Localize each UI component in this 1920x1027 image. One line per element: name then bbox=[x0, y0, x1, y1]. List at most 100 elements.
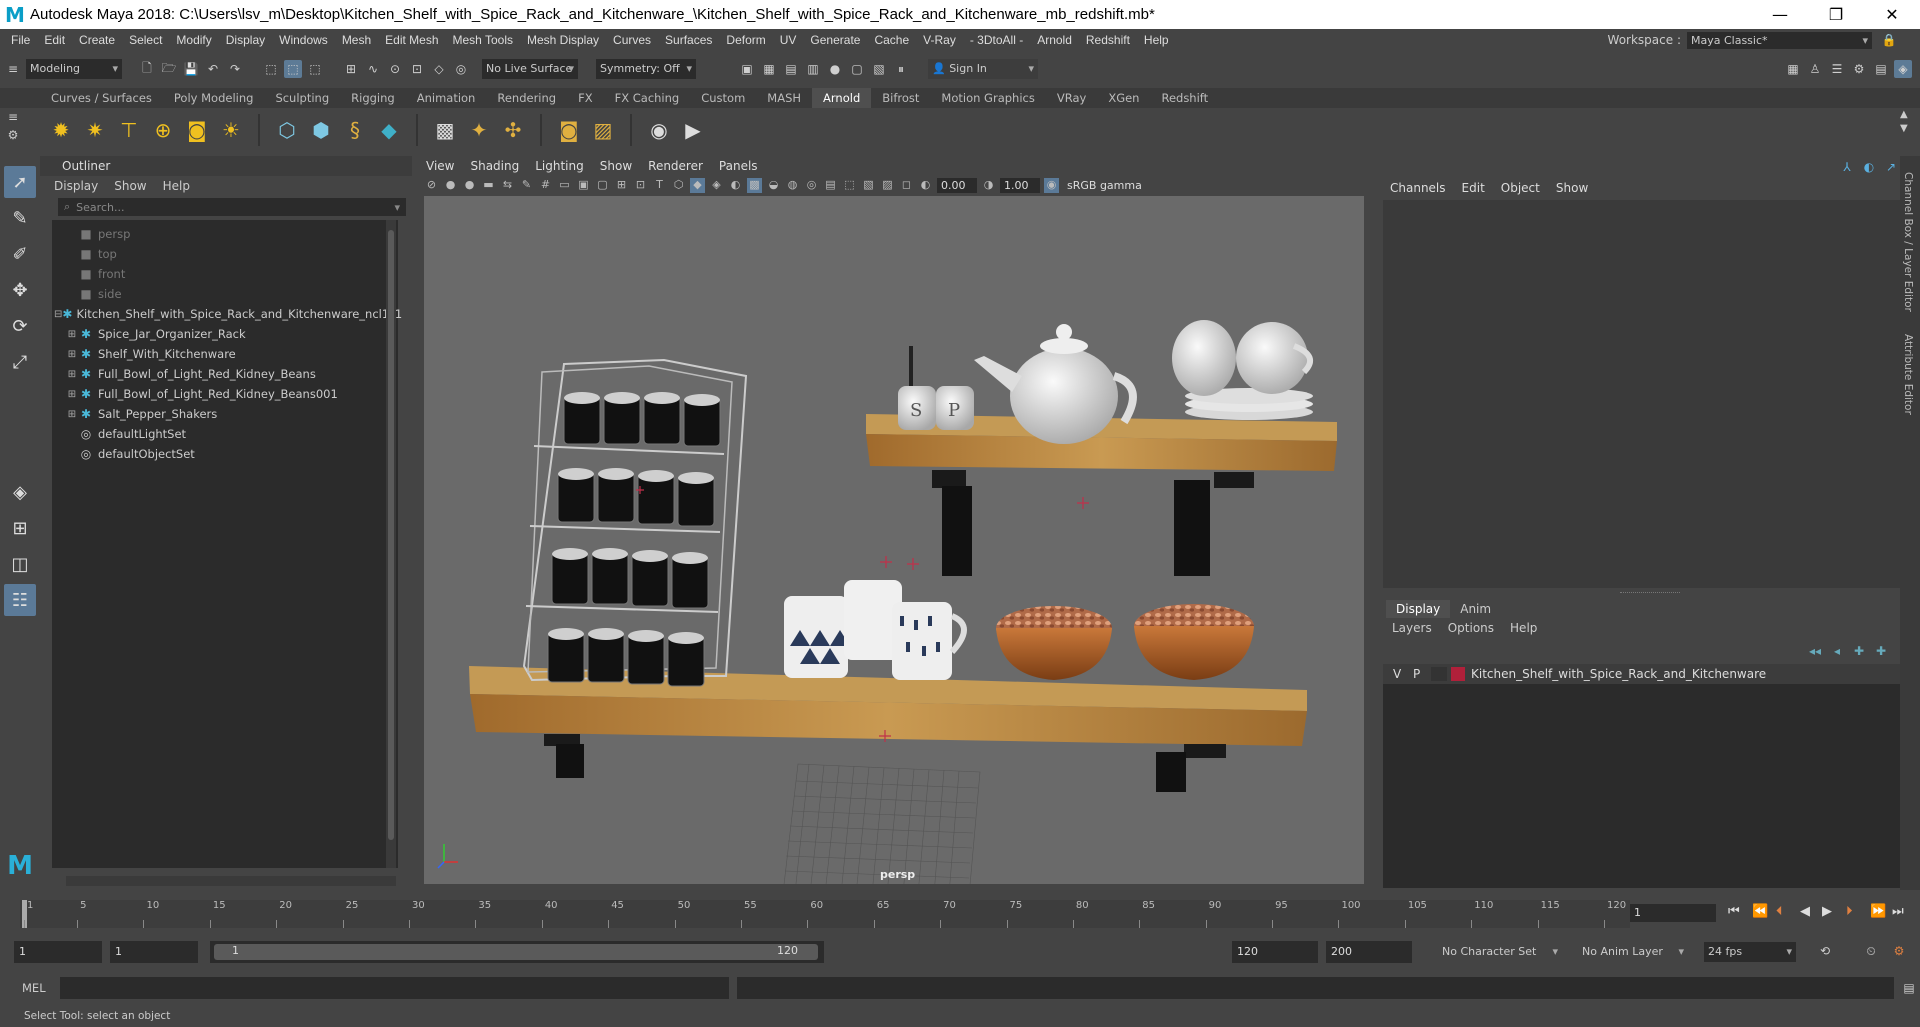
layer-row[interactable]: V P Kitchen_Shelf_with_Spice_Rack_and_Ki… bbox=[1383, 664, 1901, 684]
grid-icon[interactable]: # bbox=[538, 178, 553, 193]
xray-icon[interactable]: ▧ bbox=[861, 178, 876, 193]
layer-visibility-toggle[interactable]: V bbox=[1393, 667, 1413, 681]
outliner-menu-show[interactable]: Show bbox=[114, 179, 146, 193]
menu-redshift[interactable]: Redshift bbox=[1079, 33, 1137, 47]
layer-tab-display[interactable]: Display bbox=[1386, 600, 1451, 618]
shelf-tab-arnold[interactable]: Arnold bbox=[812, 88, 872, 108]
menu-set-dropdown[interactable]: Modeling bbox=[26, 59, 122, 79]
symmetry-dropdown[interactable]: Symmetry: Off bbox=[596, 59, 696, 79]
camera-attributes-icon[interactable]: ● bbox=[443, 178, 458, 193]
sign-in-dropdown[interactable]: 👤 Sign In bbox=[928, 59, 1038, 79]
outliner-item-full-bowl-of-light-red-kidney-beans001[interactable]: ⊞ ✱ Full_Bowl_of_Light_Red_Kidney_Beans001 bbox=[52, 384, 398, 404]
shelf-tab-bifrost[interactable]: Bifrost bbox=[871, 88, 930, 108]
image-plane-icon[interactable]: ▬ bbox=[481, 178, 496, 193]
viewport-menu-show[interactable]: Show bbox=[600, 159, 632, 173]
range-bar[interactable]: 1 120 bbox=[210, 941, 824, 963]
restore-button[interactable]: ❐ bbox=[1808, 0, 1864, 29]
expand-toggle-icon[interactable]: ⊞ bbox=[66, 369, 78, 380]
script-editor-icon[interactable]: ▤ bbox=[1900, 979, 1918, 997]
gate-mask-icon[interactable]: ▢ bbox=[595, 178, 610, 193]
menu-curves[interactable]: Curves bbox=[606, 33, 658, 47]
menu-mesh[interactable]: Mesh bbox=[335, 33, 378, 47]
arnold-area-light-icon[interactable]: ✷ bbox=[80, 115, 110, 145]
close-button[interactable]: ✕ bbox=[1864, 0, 1920, 29]
step-back-key-icon[interactable]: ⏪ bbox=[1752, 904, 1768, 919]
outliner-item-spice-jar-organizer-rack[interactable]: ⊞ ✱ Spice_Jar_Organizer_Rack bbox=[52, 324, 398, 344]
expand-toggle-icon[interactable]: ⊞ bbox=[66, 349, 78, 360]
minimize-button[interactable]: — bbox=[1752, 0, 1808, 29]
anti-aliasing-icon[interactable]: ◎ bbox=[804, 178, 819, 193]
attribute-editor-icon[interactable]: ☰ bbox=[1828, 60, 1846, 78]
channel-menu-object[interactable]: Object bbox=[1501, 181, 1540, 195]
axis-icon[interactable]: ⅄ bbox=[1838, 158, 1856, 176]
menu-create[interactable]: Create bbox=[72, 33, 122, 47]
layer-color-swatch[interactable] bbox=[1451, 667, 1465, 681]
viewport-menu-renderer[interactable]: Renderer bbox=[648, 159, 703, 173]
gamma-icon[interactable]: ◑ bbox=[981, 178, 996, 193]
menu-windows[interactable]: Windows bbox=[272, 33, 335, 47]
live-surface-field[interactable]: No Live Surface bbox=[482, 59, 578, 79]
outliner-camera-side[interactable]: ■ side bbox=[52, 284, 398, 304]
layer-menu-options[interactable]: Options bbox=[1448, 621, 1494, 635]
two-view-layout-icon[interactable]: ◫ bbox=[4, 548, 36, 580]
arnold-tx-manager-icon[interactable]: ✦ bbox=[464, 115, 494, 145]
menu-uv[interactable]: UV bbox=[773, 33, 804, 47]
menu-mesh-tools[interactable]: Mesh Tools bbox=[446, 33, 520, 47]
outliner-group-root[interactable]: ⊟ ✱ Kitchen_Shelf_with_Spice_Rack_and_Kitc… bbox=[52, 304, 402, 324]
expand-toggle-icon[interactable]: ⊞ bbox=[66, 329, 78, 340]
menu-deform[interactable]: Deform bbox=[719, 33, 772, 47]
play-backwards-icon[interactable]: ◀ bbox=[1800, 904, 1810, 919]
render-frame-icon[interactable]: ▦ bbox=[760, 60, 778, 78]
snap-curve-icon[interactable]: ∿ bbox=[364, 60, 382, 78]
single-perspective-layout-icon[interactable]: ◈ bbox=[4, 476, 36, 508]
channel-box-resize-handle[interactable] bbox=[1620, 592, 1680, 596]
xray-components-icon[interactable]: ◻ bbox=[899, 178, 914, 193]
paint-select-tool-icon[interactable]: ✐ bbox=[4, 238, 36, 270]
scale-tool-icon[interactable]: ⤢ bbox=[4, 346, 36, 378]
outliner-vertical-scrollbar[interactable] bbox=[386, 220, 396, 868]
outliner-menu-help[interactable]: Help bbox=[163, 179, 190, 193]
shelf-tab-mash[interactable]: MASH bbox=[756, 88, 812, 108]
wireframe-icon[interactable]: ⬡ bbox=[671, 178, 686, 193]
viewport-menu-view[interactable]: View bbox=[426, 159, 454, 173]
snap-point-icon[interactable]: ⊙ bbox=[386, 60, 404, 78]
layer-editor-icon[interactable]: ◈ bbox=[1894, 60, 1912, 78]
arnold-play-icon[interactable]: ▶ bbox=[678, 115, 708, 145]
ipr-render-icon[interactable]: ▤ bbox=[782, 60, 800, 78]
menu-display[interactable]: Display bbox=[219, 33, 272, 47]
exposure-icon[interactable]: ◐ bbox=[918, 178, 933, 193]
arnold-curve-collector-icon[interactable]: § bbox=[340, 115, 370, 145]
timeline-bar[interactable]: 1 5 10 15 20 25 30 35 40 45 50 55 60 65 70 75 80 85 90 95 10… bbox=[20, 900, 1630, 928]
hypershade-icon[interactable]: ● bbox=[826, 60, 844, 78]
expand-toggle-icon[interactable]: ⊞ bbox=[66, 389, 78, 400]
lock-icon[interactable]: 🔒 bbox=[1880, 31, 1898, 49]
menu-edit-mesh[interactable]: Edit Mesh bbox=[378, 33, 445, 47]
shadows-icon[interactable]: ◒ bbox=[766, 178, 781, 193]
isolate-select-icon[interactable]: ⬚ bbox=[842, 178, 857, 193]
outliner-set-defaultlightset[interactable]: ◎ defaultLightSet bbox=[52, 424, 398, 444]
ambient-occlusion-icon[interactable]: ◍ bbox=[785, 178, 800, 193]
go-to-end-icon[interactable]: ⏭ bbox=[1892, 904, 1904, 919]
go-to-start-icon[interactable]: ⏮ bbox=[1728, 904, 1740, 919]
resolution-gate-icon[interactable]: ▣ bbox=[576, 178, 591, 193]
viewport-menu-shading[interactable]: Shading bbox=[470, 159, 519, 173]
modeling-toolkit-icon[interactable]: ▦ bbox=[1784, 60, 1802, 78]
snap-pivot-icon[interactable]: ◎ bbox=[452, 60, 470, 78]
expand-toggle-icon[interactable]: ⊞ bbox=[66, 409, 78, 420]
menu-v-ray[interactable]: V-Ray bbox=[916, 33, 963, 47]
redo-icon[interactable]: ↷ bbox=[226, 60, 244, 78]
step-forward-key-icon[interactable]: ⏩ bbox=[1870, 904, 1886, 919]
textured-icon[interactable]: ◐ bbox=[728, 178, 743, 193]
layer-playback-toggle[interactable]: P bbox=[1413, 667, 1431, 681]
menu-select[interactable]: Select bbox=[122, 33, 169, 47]
step-forward-frame-icon[interactable]: ⏵ bbox=[1846, 904, 1853, 919]
snap-surface-icon[interactable]: ◇ bbox=[430, 60, 448, 78]
layer-name[interactable]: Kitchen_Shelf_with_Spice_Rack_and_Kitche… bbox=[1471, 667, 1766, 681]
shelf-tab-fx[interactable]: FX bbox=[567, 88, 604, 108]
shelf-tab-fx-caching[interactable]: FX Caching bbox=[604, 88, 691, 108]
viewport-menu-lighting[interactable]: Lighting bbox=[535, 159, 584, 173]
outliner-item-salt-pepper-shakers[interactable]: ⊞ ✱ Salt_Pepper_Shakers bbox=[52, 404, 398, 424]
outliner-camera-top[interactable]: ■ top bbox=[52, 244, 398, 264]
menu-arnold[interactable]: Arnold bbox=[1030, 33, 1079, 47]
arnold-flush-cache-icon[interactable]: ✣ bbox=[498, 115, 528, 145]
